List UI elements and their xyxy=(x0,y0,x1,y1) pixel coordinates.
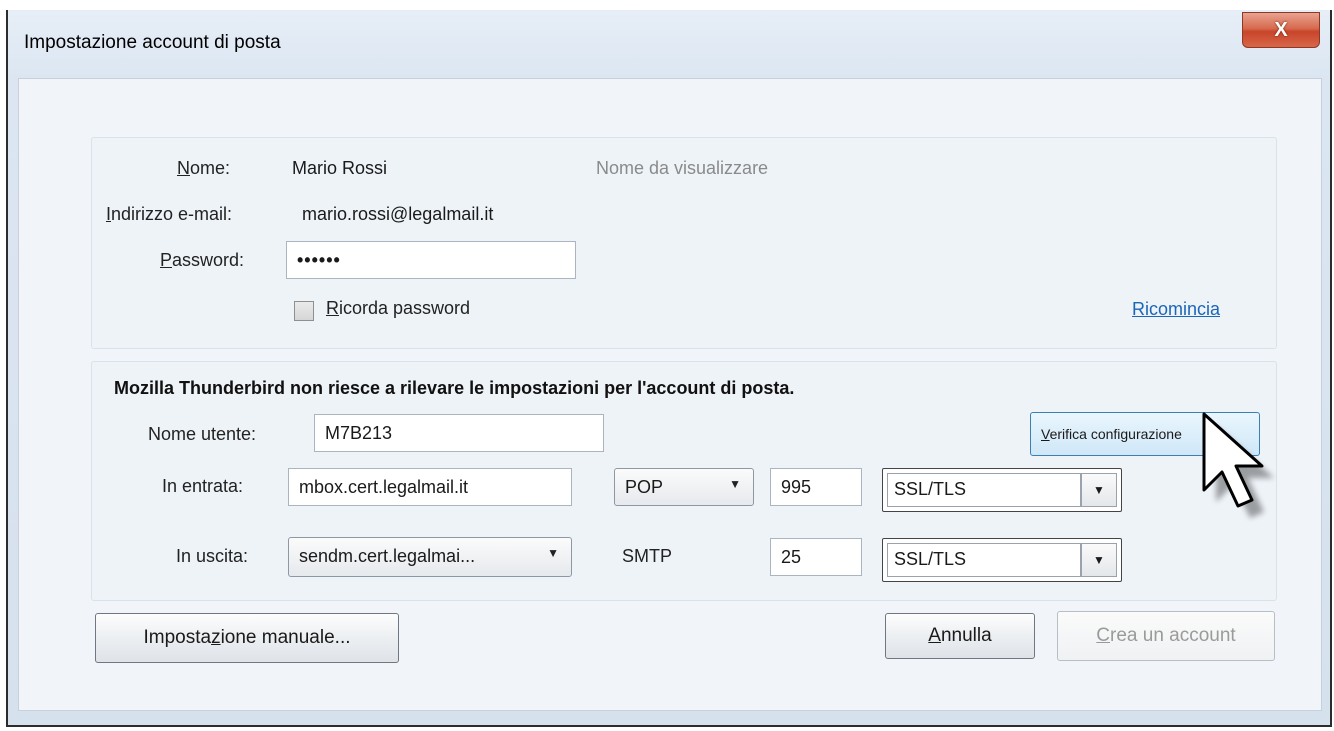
chevron-down-icon: ▼ xyxy=(1081,543,1117,577)
email-value[interactable]: mario.rossi@legalmail.it xyxy=(302,204,493,225)
incoming-server-field[interactable]: mbox.cert.legalmail.it xyxy=(288,468,572,506)
remember-password-checkbox[interactable] xyxy=(294,301,314,321)
chevron-down-icon: ▼ xyxy=(1081,473,1117,507)
incoming-security-select[interactable]: SSL/TLS ▼ xyxy=(882,468,1122,512)
name-hint: Nome da visualizzare xyxy=(596,158,769,178)
password-field[interactable]: •••••• xyxy=(286,241,576,279)
username-field[interactable]: M7B213 xyxy=(314,414,604,452)
detection-warning: Mozilla Thunderbird non riesce a rilevar… xyxy=(114,378,795,398)
incoming-port-field[interactable]: 995 xyxy=(770,468,862,506)
server-config-group: Mozilla Thunderbird non riesce a rilevar… xyxy=(91,361,1277,601)
account-setup-dialog: Impostazione account di posta X Nome: Ma… xyxy=(6,10,1332,727)
outgoing-protocol: SMTP xyxy=(622,546,673,566)
incoming-label: In entrata: xyxy=(162,476,244,496)
outgoing-server-select[interactable]: sendm.cert.legalmai... ▼ xyxy=(288,537,572,577)
outgoing-security-select[interactable]: SSL/TLS ▼ xyxy=(882,538,1122,582)
cancel-button[interactable]: Annulla xyxy=(885,613,1035,659)
outgoing-port-field[interactable]: 25 xyxy=(770,538,862,576)
incoming-protocol-select[interactable]: POP ▼ xyxy=(614,468,754,506)
mouse-cursor-icon xyxy=(1202,412,1274,518)
username-label: Nome utente: xyxy=(148,424,257,444)
title-bar: Impostazione account di posta X xyxy=(8,10,1330,74)
restart-link[interactable]: Ricomincia xyxy=(1132,299,1220,320)
identity-group: Nome: Mario Rossi Nome da visualizzare I… xyxy=(91,137,1277,349)
remember-password-label[interactable]: Ricorda password xyxy=(326,298,470,319)
name-label: Nome: xyxy=(177,158,231,178)
name-value[interactable]: Mario Rossi xyxy=(292,158,387,179)
chevron-down-icon: ▼ xyxy=(547,546,559,560)
create-account-button[interactable]: Crea un account xyxy=(1057,611,1275,661)
manual-config-button[interactable]: Impostazione manuale... xyxy=(95,613,399,663)
dialog-content: Nome: Mario Rossi Nome da visualizzare I… xyxy=(18,78,1322,711)
close-button[interactable]: X xyxy=(1242,12,1320,48)
close-icon: X xyxy=(1274,18,1288,41)
password-label: Password: xyxy=(160,250,245,270)
chevron-down-icon: ▼ xyxy=(729,477,741,491)
outgoing-label: In uscita: xyxy=(176,546,249,566)
window-title: Impostazione account di posta xyxy=(24,32,281,53)
email-label: Indirizzo e-mail: xyxy=(106,204,233,224)
